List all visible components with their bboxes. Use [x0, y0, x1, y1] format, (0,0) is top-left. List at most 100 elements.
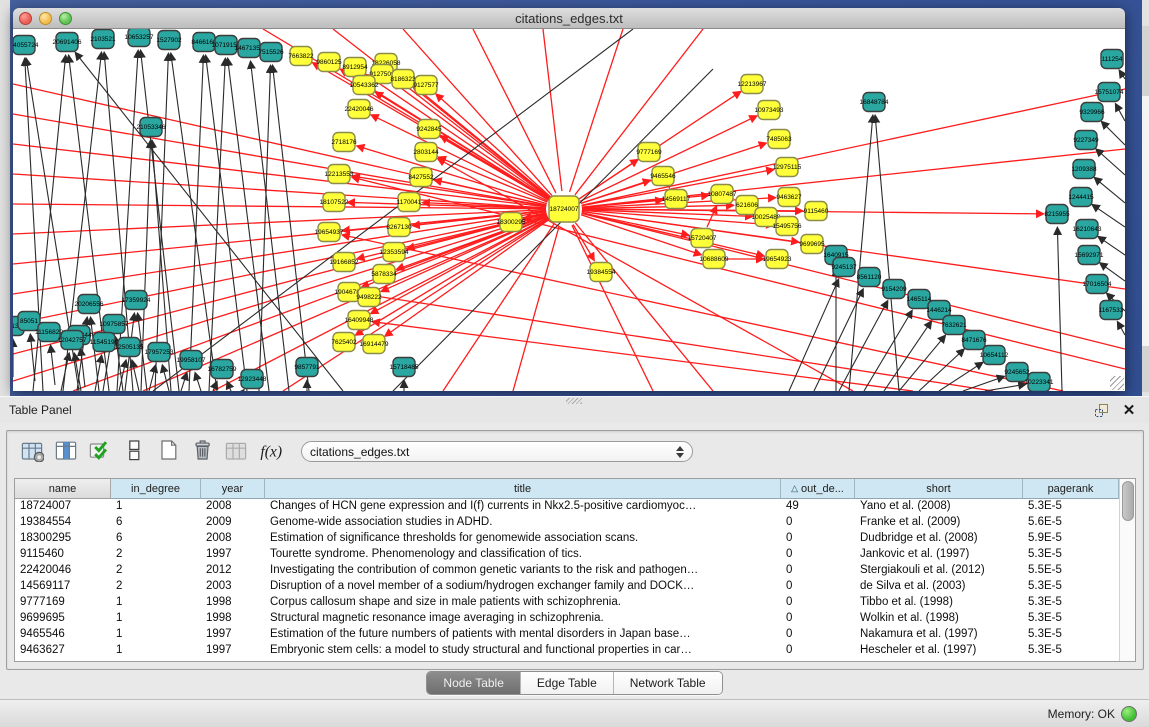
graph-node[interactable]: 9857791: [294, 358, 320, 377]
graph-node[interactable]: 7625402: [331, 333, 357, 352]
graph-node[interactable]: 10973493: [755, 101, 784, 120]
graph-node[interactable]: 9329966: [1079, 103, 1105, 122]
graph-node[interactable]: 19654937: [315, 223, 344, 242]
float-panel-icon[interactable]: [1091, 401, 1111, 419]
graph-node[interactable]: 16914479: [360, 335, 389, 354]
table-options-icon[interactable]: [17, 436, 47, 466]
graph-node[interactable]: 19654923: [763, 250, 792, 269]
graph-node[interactable]: 9465546: [650, 167, 676, 186]
graph-node[interactable]: 2803144: [413, 143, 439, 162]
graph-node[interactable]: 9242845: [416, 120, 442, 139]
graph-node[interactable]: 9127577: [413, 76, 439, 95]
graph-node[interactable]: 8186323: [390, 70, 416, 89]
scrollbar-thumb[interactable]: [1122, 481, 1134, 521]
graph-node[interactable]: 20206556: [75, 295, 104, 314]
graph-node[interactable]: 5878334: [371, 265, 397, 284]
delete-table-icon[interactable]: [187, 436, 217, 466]
column-header-name[interactable]: name: [15, 479, 111, 499]
tab-edge-table[interactable]: Edge Table: [521, 672, 614, 694]
new-table-icon[interactable]: [153, 436, 183, 466]
graph-node[interactable]: 10688609: [700, 250, 729, 269]
merge-tables-icon[interactable]: [119, 436, 149, 466]
graph-node[interactable]: 1209388: [1071, 160, 1097, 179]
graph-node[interactable]: 19384554: [587, 263, 616, 282]
graph-node[interactable]: 12042757: [58, 331, 87, 350]
graph-node[interactable]: 18300295: [497, 213, 526, 232]
tab-network-table[interactable]: Network Table: [614, 672, 722, 694]
column-header-out_degree[interactable]: △out_de...: [781, 479, 855, 499]
close-panel-icon[interactable]: ✕: [1119, 401, 1139, 419]
graph-node[interactable]: 12213553: [325, 165, 354, 184]
network-canvas[interactable]: 1872400776638229860125891295418226058912…: [13, 29, 1125, 391]
graph-node[interactable]: 10807487: [708, 185, 737, 204]
graph-node[interactable]: 1244415: [1068, 188, 1094, 207]
graph-node[interactable]: 7485063: [766, 130, 792, 149]
graph-node[interactable]: 15720407: [688, 229, 717, 248]
table-row[interactable]: 946554611997Estimation of the future num…: [15, 627, 1119, 643]
graph-node[interactable]: 14569117: [662, 190, 691, 209]
graph-node[interactable]: 9777169: [636, 143, 662, 162]
graph-node[interactable]: 8215955: [1044, 205, 1070, 224]
graph-node[interactable]: 1167533: [1099, 301, 1124, 320]
graph-node[interactable]: 9699695: [799, 235, 825, 254]
graph-node[interactable]: 9227349: [1073, 131, 1099, 150]
table-scrollbar[interactable]: [1119, 479, 1135, 661]
column-header-in_degree[interactable]: in_degree: [111, 479, 201, 499]
panel-resize-grip[interactable]: [566, 398, 582, 404]
graph-node[interactable]: 12213967: [738, 75, 767, 94]
window-resize-grip[interactable]: [1110, 376, 1124, 390]
graph-node[interactable]: 18107522: [320, 193, 349, 212]
graph-node[interactable]: 85051: [18, 312, 40, 331]
graph-node[interactable]: 15751074: [1095, 83, 1124, 102]
graph-node[interactable]: 18724007: [549, 196, 579, 222]
graph-node[interactable]: 24055724: [13, 36, 39, 55]
table-row[interactable]: 977716911998Corpus callosum shape and si…: [15, 595, 1119, 611]
graph-node[interactable]: 9498222: [356, 288, 382, 307]
graph-node[interactable]: 16210643: [1073, 220, 1102, 239]
graph-node[interactable]: 111254: [1101, 50, 1123, 69]
table-selector-dropdown[interactable]: citations_edges.txt: [301, 441, 693, 462]
function-builder-icon[interactable]: f(x): [255, 436, 285, 466]
table-row[interactable]: 1456911722003Disruption of a novel membe…: [15, 579, 1119, 595]
graph-node[interactable]: 17016504: [1083, 275, 1112, 294]
graph-node[interactable]: 8267130: [386, 218, 412, 237]
select-all-icon[interactable]: [85, 436, 115, 466]
graph-node[interactable]: 16848784: [860, 93, 889, 112]
network-graph[interactable]: 1872400776638229860125891295418226058912…: [13, 29, 1125, 391]
graph-node[interactable]: 2718176: [331, 133, 357, 152]
graph-node[interactable]: 9245137: [831, 258, 857, 277]
graph-node[interactable]: 9115460: [804, 202, 829, 221]
table-row[interactable]: 969969511998Structural magnetic resonanc…: [15, 611, 1119, 627]
graph-node[interactable]: 10223341: [1025, 373, 1054, 392]
graph-node[interactable]: 7515526: [258, 43, 284, 62]
column-header-pagerank[interactable]: pagerank: [1023, 479, 1119, 499]
network-window-titlebar[interactable]: citations_edges.txt: [13, 8, 1125, 29]
graph-node[interactable]: 9154209: [881, 280, 907, 299]
table-row[interactable]: 2242004622012Investigating the contribut…: [15, 563, 1119, 579]
graph-node[interactable]: 10543362: [350, 76, 379, 95]
table-row[interactable]: 1830029562008Estimation of significance …: [15, 531, 1119, 547]
table-row[interactable]: 946362711997Embryonic stem cells: a mode…: [15, 643, 1119, 659]
graph-node[interactable]: 19958107: [177, 351, 206, 370]
graph-node[interactable]: 17957253: [145, 343, 174, 362]
graph-node[interactable]: 10975857: [100, 315, 129, 334]
graph-node[interactable]: 7632621: [941, 316, 967, 335]
graph-node[interactable]: 19166852: [330, 253, 359, 272]
graph-node[interactable]: 22420046: [345, 100, 374, 119]
table-row[interactable]: 1872400712008Changes of HCN gene express…: [15, 499, 1119, 515]
graph-node[interactable]: 16782759: [208, 360, 237, 379]
graph-node[interactable]: 12975115: [773, 158, 802, 177]
show-columns-icon[interactable]: [51, 436, 81, 466]
import-table-icon[interactable]: [221, 436, 251, 466]
graph-node[interactable]: 7663822: [288, 47, 314, 66]
memory-status-indicator[interactable]: [1121, 706, 1137, 722]
graph-node[interactable]: 8471676: [961, 331, 987, 350]
graph-node[interactable]: 21053346: [137, 118, 166, 137]
graph-node[interactable]: 2103521: [90, 30, 116, 49]
graph-node[interactable]: 20691406: [53, 33, 82, 52]
graph-node[interactable]: 15692971: [1075, 246, 1104, 265]
column-header-title[interactable]: title: [265, 479, 781, 499]
column-header-year[interactable]: year: [201, 479, 265, 499]
graph-node[interactable]: 12353594: [380, 243, 409, 262]
graph-node[interactable]: 15495756: [773, 217, 802, 236]
